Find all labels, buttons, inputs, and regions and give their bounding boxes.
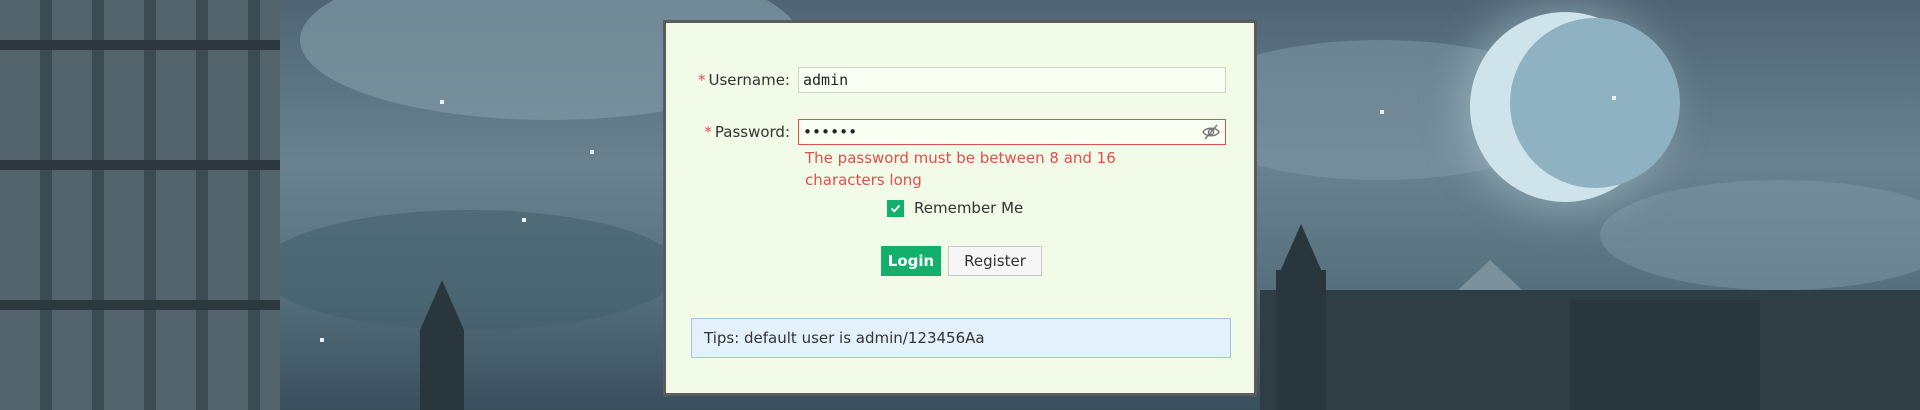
login-button[interactable]: Login: [881, 246, 941, 276]
snowflake: [440, 100, 444, 104]
left-building: [0, 0, 280, 410]
manor: [1570, 300, 1760, 410]
snowflake: [590, 150, 594, 154]
username-input[interactable]: [798, 67, 1226, 93]
building-rail: [0, 160, 280, 170]
required-mark: *: [704, 123, 712, 141]
password-field-wrap: [798, 119, 1226, 145]
password-input[interactable]: [798, 119, 1226, 145]
password-row: * Password:: [666, 119, 1226, 145]
username-row: * Username:: [666, 67, 1226, 93]
building-rail: [0, 40, 280, 50]
snowflake: [320, 338, 324, 342]
cloud: [260, 210, 680, 330]
register-button[interactable]: Register: [948, 246, 1042, 276]
tips-text: Tips: default user is admin/123456Aa: [704, 329, 985, 347]
username-label: * Username:: [666, 71, 798, 89]
password-error-message: The password must be between 8 and 16 ch…: [805, 149, 1116, 189]
tower: [420, 330, 464, 410]
snowflake: [1612, 96, 1616, 100]
required-mark: *: [697, 71, 706, 89]
tips-box: Tips: default user is admin/123456Aa: [691, 318, 1231, 358]
building-rail: [0, 300, 280, 310]
password-label-text: Password:: [714, 123, 790, 141]
password-label: * Password:: [666, 123, 798, 141]
checkbox-checked-icon[interactable]: [887, 199, 904, 217]
snowflake: [1380, 110, 1384, 114]
tower-roof: [420, 280, 464, 330]
snowflake: [522, 218, 526, 222]
eye-slash-icon[interactable]: [1202, 123, 1220, 141]
login-panel: *Username: *Password: The password must …: [663, 20, 1257, 396]
moon-shadow: [1510, 18, 1680, 188]
clock-tower: [1276, 270, 1326, 410]
remember-me-checkbox[interactable]: Remember Me: [887, 199, 1023, 217]
tower-roof: [1279, 224, 1323, 274]
username-label-text: Username:: [708, 71, 790, 89]
remember-me-label: Remember Me: [914, 199, 1024, 217]
